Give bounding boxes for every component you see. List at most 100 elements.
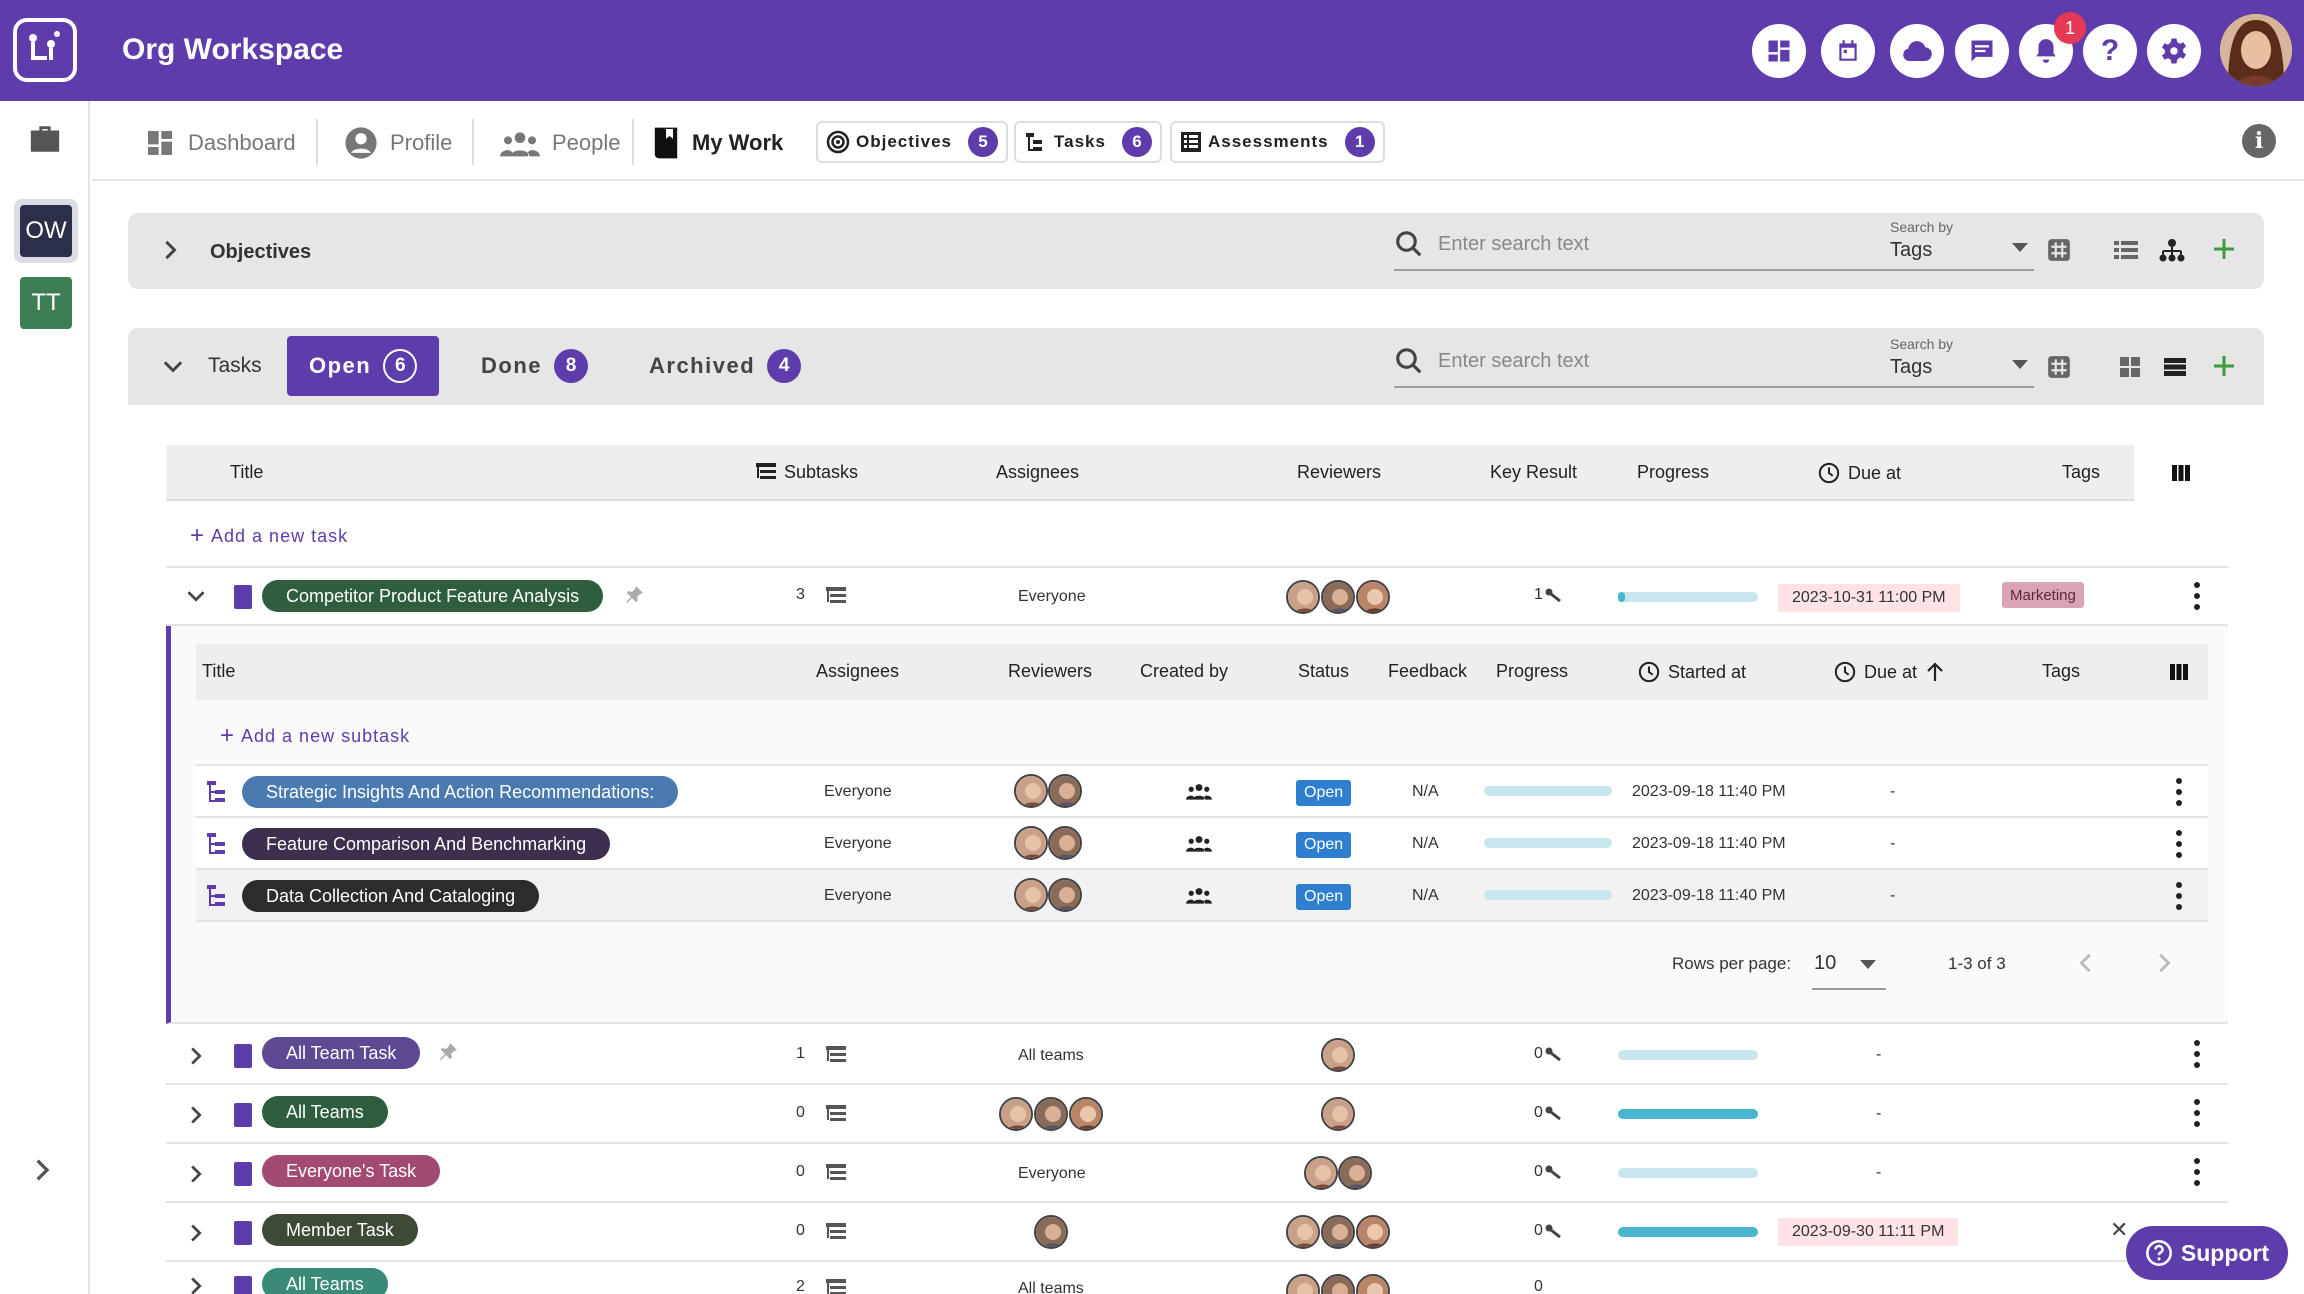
col-reviewers[interactable]: Reviewers	[1297, 462, 1381, 483]
avatar[interactable]	[1048, 774, 1082, 808]
add-objective-icon[interactable]	[2212, 237, 2236, 261]
briefcase-icon[interactable]	[28, 123, 62, 160]
col-due-at[interactable]: Due at	[1818, 462, 1901, 484]
chevron-right-icon[interactable]	[190, 1105, 203, 1130]
col-progress[interactable]: Progress	[1496, 661, 1568, 682]
col-progress[interactable]: Progress	[1637, 462, 1709, 483]
avatar[interactable]	[1321, 1097, 1355, 1131]
avatar[interactable]	[1321, 1274, 1355, 1294]
tab-done[interactable]: Done 8	[459, 336, 610, 396]
task-title[interactable]: All Teams	[262, 1268, 388, 1294]
task-title[interactable]: Everyone's Task	[262, 1155, 441, 1187]
avatar[interactable]	[1321, 580, 1355, 614]
search-by-select[interactable]: Tags	[1890, 239, 1932, 262]
subtask-title[interactable]: Strategic Insights And Action Recommenda…	[242, 776, 679, 808]
chat-icon[interactable]	[1955, 24, 2009, 78]
gear-icon[interactable]	[2147, 24, 2201, 78]
user-avatar[interactable]	[2220, 14, 2292, 86]
table-row[interactable]: All Teams 0 0 -	[166, 1085, 2228, 1144]
grid-view-icon[interactable]	[2120, 357, 2140, 377]
col-assignees[interactable]: Assignees	[816, 661, 899, 682]
more-options-icon[interactable]	[2194, 1099, 2200, 1132]
table-row[interactable]: Everyone's Task 0 Everyone 0 -	[166, 1144, 2228, 1203]
more-options-icon[interactable]	[2176, 778, 2182, 811]
table-row[interactable]: Competitor Product Feature Analysis 3 Ev…	[166, 568, 2228, 626]
close-icon[interactable]: ✕	[2110, 1217, 2128, 1243]
info-icon[interactable]: i	[2242, 124, 2276, 158]
avatar[interactable]	[1304, 1156, 1338, 1190]
subtasks-icon[interactable]	[826, 1163, 846, 1183]
subtasks-icon[interactable]	[826, 1104, 846, 1124]
chip-tasks[interactable]: Tasks 6	[1014, 121, 1162, 163]
hashtag-filter-icon[interactable]	[2046, 237, 2072, 263]
avatar[interactable]	[1286, 1215, 1320, 1249]
add-task-link[interactable]: + Add a new task	[190, 522, 348, 550]
search-by-select[interactable]: Tags	[1890, 356, 1932, 379]
chevron-right-icon[interactable]	[190, 1164, 203, 1189]
hashtag-filter-icon[interactable]	[2046, 354, 2072, 380]
avatar[interactable]	[1014, 878, 1048, 912]
hierarchy-icon[interactable]	[2159, 238, 2185, 262]
task-title[interactable]: Competitor Product Feature Analysis	[262, 580, 604, 612]
nav-dashboard[interactable]: Dashboard	[144, 123, 296, 163]
avatar[interactable]	[1338, 1156, 1372, 1190]
subtasks-icon[interactable]	[826, 1278, 846, 1294]
col-tags[interactable]: Tags	[2042, 661, 2080, 682]
more-options-icon[interactable]	[2176, 830, 2182, 863]
help-icon[interactable]: ?	[2083, 24, 2137, 78]
col-subtasks[interactable]: Subtasks	[756, 462, 858, 483]
avatar[interactable]	[1356, 1274, 1390, 1294]
next-page-icon[interactable]	[2158, 952, 2172, 979]
col-reviewers[interactable]: Reviewers	[1008, 661, 1092, 682]
avatar[interactable]	[1286, 1274, 1320, 1294]
more-options-icon[interactable]	[2194, 1158, 2200, 1191]
avatar[interactable]	[1034, 1097, 1068, 1131]
chip-assessments[interactable]: Assessments 1	[1170, 121, 1385, 163]
col-created-by[interactable]: Created by	[1140, 661, 1228, 682]
avatar[interactable]	[1321, 1215, 1355, 1249]
columns-icon[interactable]	[2170, 664, 2188, 680]
calendar-icon[interactable]	[1821, 24, 1875, 78]
table-row[interactable]: All Teams 2 All teams 0	[166, 1262, 2228, 1294]
more-options-icon[interactable]	[2194, 582, 2200, 615]
col-tags[interactable]: Tags	[2062, 462, 2100, 483]
search-input[interactable]	[1438, 350, 1878, 373]
sort-ascending-icon[interactable]	[1925, 661, 1945, 683]
chevron-right-icon[interactable]	[190, 1046, 203, 1071]
avatar[interactable]	[1034, 1215, 1068, 1249]
dropdown-arrow-icon[interactable]	[2012, 243, 2028, 252]
subtask-row[interactable]: Feature Comparison And Benchmarking Ever…	[196, 818, 2208, 870]
add-task-icon[interactable]	[2212, 354, 2236, 378]
search-input[interactable]	[1438, 233, 1878, 256]
avatar[interactable]	[1014, 826, 1048, 860]
avatar[interactable]	[1286, 580, 1320, 614]
chip-objectives[interactable]: Objectives 5	[816, 121, 1008, 163]
previous-page-icon[interactable]	[2078, 952, 2092, 979]
more-options-icon[interactable]	[2194, 1040, 2200, 1073]
tag-chip[interactable]: Marketing	[2002, 582, 2084, 608]
col-due-at[interactable]: Due at	[1834, 661, 1945, 683]
chevron-right-icon[interactable]	[190, 1276, 203, 1294]
subtask-title[interactable]: Feature Comparison And Benchmarking	[242, 828, 611, 860]
avatar[interactable]	[1356, 580, 1390, 614]
subtask-title[interactable]: Data Collection And Cataloging	[242, 880, 540, 912]
subtasks-icon[interactable]	[826, 586, 846, 606]
table-row[interactable]: All Team Task 1 All teams 0 -	[166, 1026, 2228, 1085]
table-view-icon[interactable]	[2164, 358, 2186, 376]
avatar[interactable]	[1048, 878, 1082, 912]
col-assignees[interactable]: Assignees	[996, 462, 1079, 483]
nav-people[interactable]: People	[500, 123, 621, 163]
avatar[interactable]	[1014, 774, 1048, 808]
chevron-down-icon[interactable]	[162, 360, 184, 379]
list-view-icon[interactable]	[2114, 241, 2138, 259]
col-feedback[interactable]: Feedback	[1388, 661, 1467, 682]
add-subtask-link[interactable]: + Add a new subtask	[220, 722, 410, 750]
avatar[interactable]	[1069, 1097, 1103, 1131]
expand-rail-icon[interactable]	[34, 1158, 52, 1187]
cloud-icon[interactable]	[1890, 24, 1944, 78]
avatar[interactable]	[1048, 826, 1082, 860]
nav-profile[interactable]: Profile	[344, 123, 452, 163]
tab-archived[interactable]: Archived 4	[627, 336, 823, 396]
support-button[interactable]: Support	[2126, 1226, 2288, 1280]
more-options-icon[interactable]	[2176, 882, 2182, 915]
